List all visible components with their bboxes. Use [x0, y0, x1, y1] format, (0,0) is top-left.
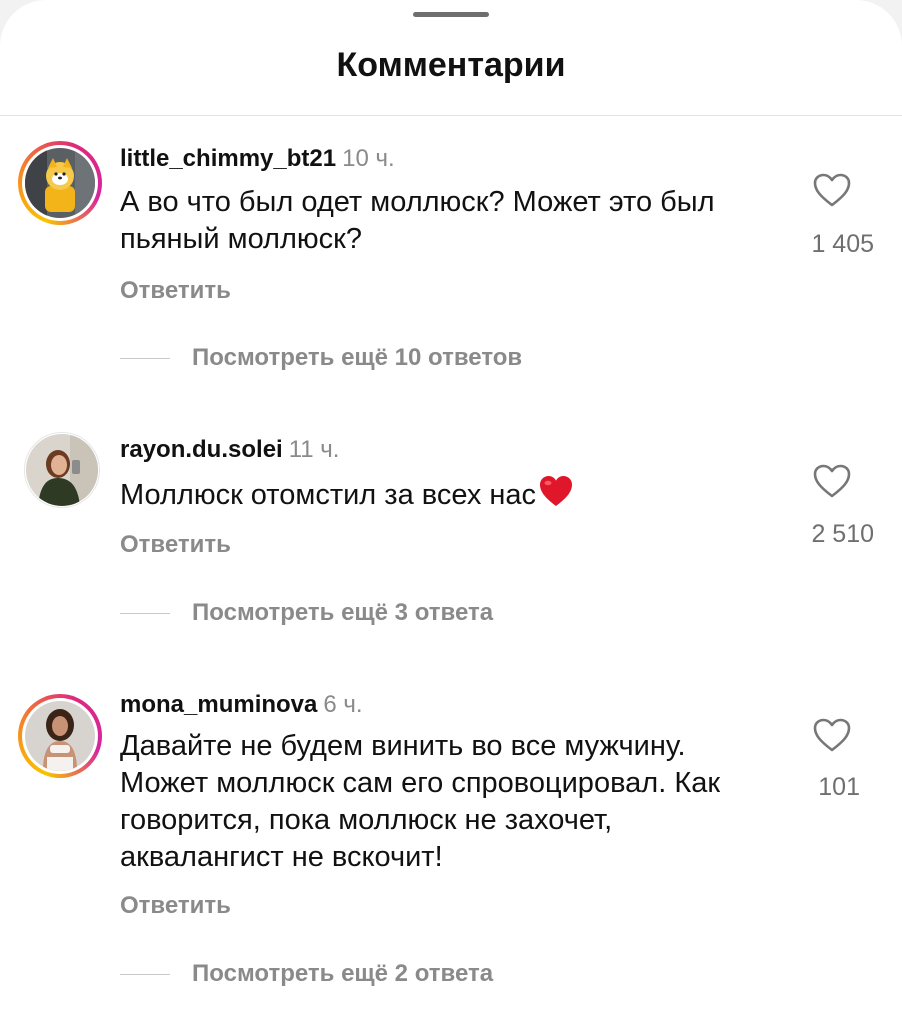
view-replies-label: Посмотреть ещё 2 ответа	[192, 960, 494, 987]
view-replies-label: Посмотреть ещё 10 ответов	[192, 344, 523, 371]
like-button[interactable]	[812, 463, 868, 503]
avatar-frame[interactable]	[24, 432, 100, 508]
username[interactable]: rayon.du.solei	[120, 436, 283, 463]
replies-divider-line	[120, 612, 170, 614]
timestamp: 11 ч.	[288, 436, 340, 463]
red-heart-emoji	[540, 476, 573, 506]
like-count: 101	[818, 773, 860, 801]
like-button[interactable]	[812, 172, 868, 212]
timestamp: 10 ч.	[342, 145, 395, 172]
avatar-story-ring[interactable]	[18, 141, 102, 225]
comment-text-body: Моллюск отомстил за всех нас	[120, 479, 537, 511]
view-replies-label: Посмотреть ещё 3 ответа	[192, 599, 494, 626]
heart-outline-icon	[813, 718, 851, 752]
reply-button[interactable]: Ответить	[120, 277, 231, 305]
reply-button[interactable]: Ответить	[120, 531, 231, 559]
avatar	[25, 701, 95, 771]
avatar-story-ring[interactable]	[18, 694, 102, 778]
replies-divider-line	[120, 973, 170, 975]
view-replies-button[interactable]: Посмотреть ещё 3 ответа	[120, 599, 493, 627]
view-replies-button[interactable]: Посмотреть ещё 2 ответа	[120, 960, 493, 988]
header-divider	[0, 115, 902, 116]
replies-divider-line	[120, 357, 170, 359]
comment-text: Давайте не будем винить во все мужчину. …	[120, 730, 721, 873]
avatar	[26, 434, 98, 506]
heart-outline-icon	[813, 173, 851, 207]
page-title: Комментарии	[336, 46, 566, 84]
timestamp: 6 ч.	[323, 691, 363, 718]
view-replies-button[interactable]: Посмотреть ещё 10 ответов	[120, 344, 522, 372]
comments-sheet: Комментарии little_chimmy_bt21 10 ч. А в…	[0, 0, 902, 1024]
sheet-grabber[interactable]	[413, 12, 489, 17]
like-count: 1 405	[811, 230, 874, 258]
heart-outline-icon	[813, 464, 851, 498]
like-button[interactable]	[812, 717, 868, 757]
username[interactable]: little_chimmy_bt21	[120, 145, 336, 172]
username[interactable]: mona_muminova	[120, 691, 317, 718]
comment-text: Моллюск отомстил за всех нас	[120, 474, 780, 514]
avatar	[25, 148, 95, 218]
comment-text: А во что был одет моллюск? Может это был…	[120, 186, 715, 255]
reply-button[interactable]: Ответить	[120, 892, 231, 920]
like-count: 2 510	[811, 520, 874, 548]
